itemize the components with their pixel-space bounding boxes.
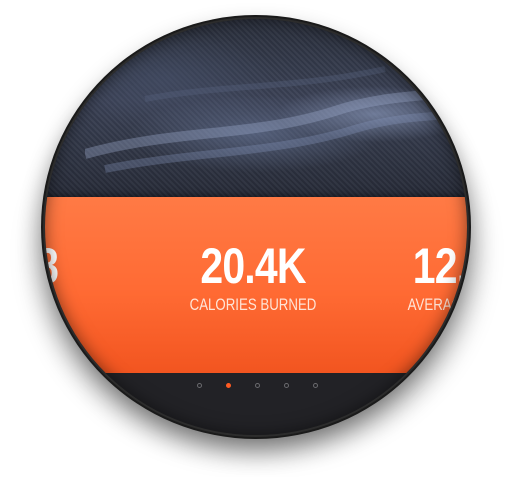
watch-screen: 208 TOTAL KM 20.4K CALORIES BURNED 12.8 … [45,19,467,435]
page-dot[interactable] [312,383,318,388]
page-indicator [0,383,514,388]
round-watch-face: 208 TOTAL KM 20.4K CALORIES BURNED 12.8 … [43,17,469,437]
page-dot[interactable] [254,383,260,388]
stat-value: 20.4K [200,238,306,294]
stat-label: CALORIES BURNED [189,295,317,314]
stat-value: 12.8 [412,238,467,294]
stat-label: AVERAGE KM [407,295,467,314]
stats-carousel[interactable]: 208 TOTAL KM 20.4K CALORIES BURNED 12.8 … [45,197,467,373]
shoe-photo [45,19,467,199]
stat-label: TOTAL KM [45,295,58,314]
stat-average-km: 12.8 AVERAGE KM [331,241,467,315]
shoe-texture [85,66,467,173]
page-dot[interactable] [283,383,289,388]
stat-value: 208 [45,241,132,291]
page-dot[interactable] [196,383,202,388]
page-dot[interactable] [225,383,231,388]
